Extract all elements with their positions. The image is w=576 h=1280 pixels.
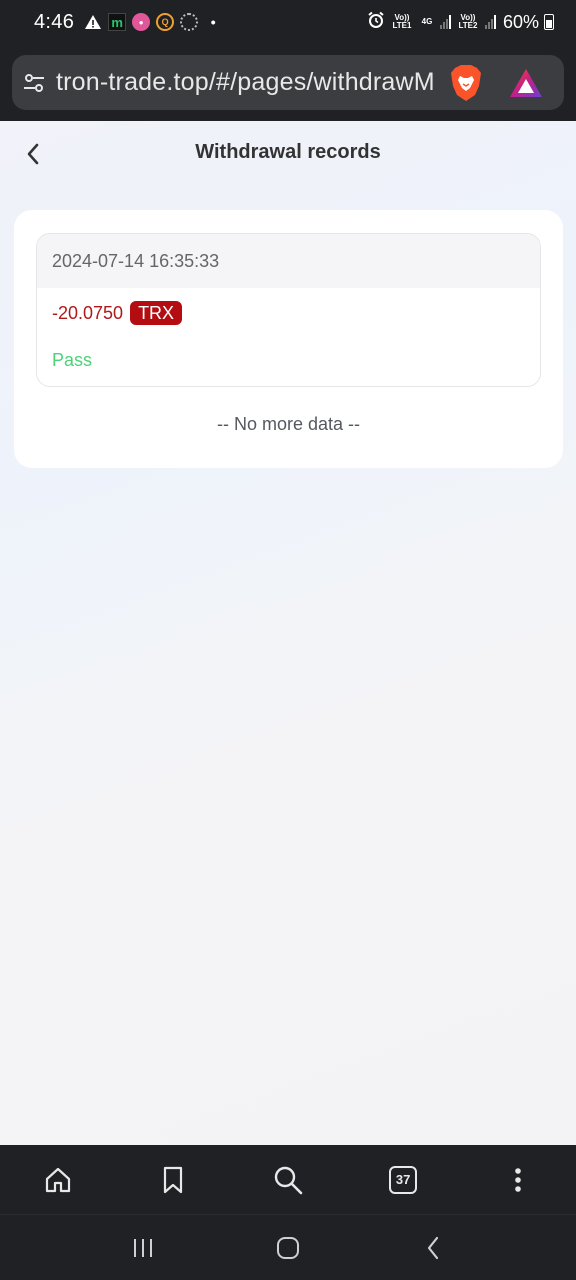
network-type: 4G [421, 17, 433, 26]
ring-app-icon [180, 13, 199, 31]
no-more-data-text: -- No more data -- [216, 414, 361, 434]
pink-app-icon: ● [132, 13, 151, 31]
sim2-label: Vo)) LTE2 [458, 13, 478, 30]
page-title: Withdrawal records [195, 141, 381, 163]
more-notifications-dot-icon: • [210, 14, 216, 30]
brave-rewards-icon[interactable] [498, 55, 554, 110]
back-nav-icon [428, 1236, 439, 1259]
status-time: 4:46 [34, 10, 75, 33]
search-button[interactable] [230, 1145, 345, 1214]
page-content: Withdrawal records 2024-07-14 16:35:33 -… [0, 121, 576, 1145]
orange-app-icon: Q [156, 13, 175, 31]
sim2-signal-icon [484, 15, 496, 29]
page-header: Withdrawal records [0, 121, 576, 185]
warning-icon [84, 13, 102, 31]
brave-lion-icon[interactable] [438, 55, 494, 110]
browser-address-area: tron-trade.top/#/pages/withdrawM [0, 44, 576, 121]
record-status: Pass [52, 350, 93, 370]
home-button[interactable] [0, 1145, 115, 1214]
bookmark-button[interactable] [115, 1145, 230, 1214]
m-app-icon: m [108, 13, 127, 31]
menu-button[interactable] [461, 1145, 576, 1214]
url-text[interactable]: tron-trade.top/#/pages/withdrawM [56, 68, 438, 97]
record-amount: -20.0750 [52, 302, 124, 323]
bookmark-icon [163, 1166, 182, 1193]
status-bar: 4:46 m ● Q • Vo)) LTE1 4G Vo)) LTE2 60% [0, 0, 576, 44]
back-nav-button[interactable] [403, 1218, 463, 1278]
tabs-button[interactable]: 37 [346, 1145, 461, 1214]
sim1-label: Vo)) LTE1 [392, 13, 412, 30]
site-settings-icon[interactable] [12, 55, 56, 110]
currency-badge: TRX [130, 301, 183, 325]
sim1-signal-icon [439, 15, 451, 29]
record-datetime: 2024-07-14 16:35:33 [37, 234, 540, 288]
battery-icon [544, 14, 554, 30]
notification-icons: m ● Q • [84, 13, 222, 31]
home-icon [45, 1167, 70, 1192]
tab-count: 37 [389, 1165, 418, 1194]
recent-apps-icon [133, 1238, 152, 1257]
record-amount-row: -20.0750 TRX [37, 301, 540, 325]
list-item[interactable]: 2024-07-14 16:35:33 -20.0750 TRX Pass [36, 233, 541, 387]
records-card: 2024-07-14 16:35:33 -20.0750 TRX Pass --… [14, 210, 563, 468]
home-nav-button[interactable] [258, 1218, 318, 1278]
browser-toolbar: 37 [0, 1145, 576, 1214]
address-bar[interactable]: tron-trade.top/#/pages/withdrawM [12, 55, 564, 110]
search-icon [274, 1166, 303, 1194]
recent-apps-button[interactable] [113, 1218, 173, 1278]
alarm-icon [367, 11, 385, 34]
home-nav-icon [276, 1236, 299, 1259]
more-vertical-icon [515, 1167, 522, 1192]
battery-percent: 60% [502, 11, 539, 32]
system-nav-bar [0, 1214, 576, 1280]
status-indicators: Vo)) LTE1 4G Vo)) LTE2 60% [367, 11, 554, 34]
